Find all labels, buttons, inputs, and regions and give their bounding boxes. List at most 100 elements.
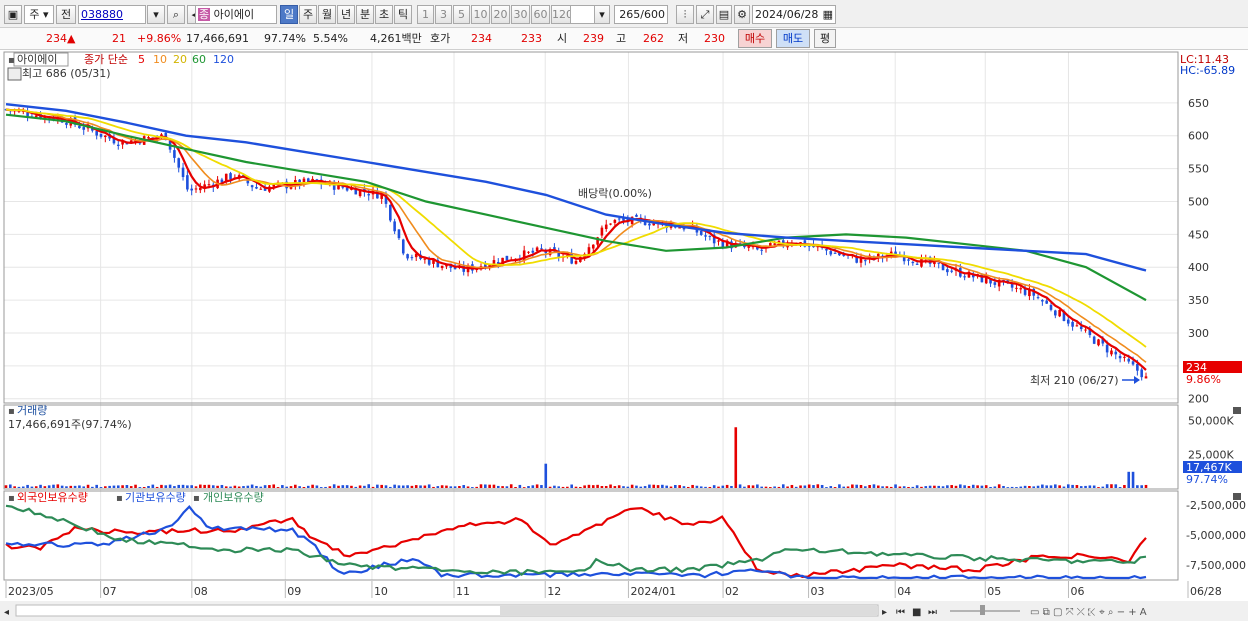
- volume-bar: [1015, 487, 1018, 488]
- scrollbar-thumb[interactable]: [500, 606, 878, 615]
- code-dropdown-icon[interactable]: ▾: [147, 5, 165, 24]
- search-icon[interactable]: ⌕: [167, 5, 185, 24]
- stock-name-field[interactable]: 종 아이에이: [195, 5, 277, 24]
- gear-icon[interactable]: ⚙: [734, 5, 750, 24]
- calendar-icon[interactable]: ▦: [823, 6, 833, 23]
- ma-line-20: [5, 108, 1147, 348]
- volume-bar: [535, 484, 539, 488]
- interval-button-5[interactable]: 30: [511, 5, 530, 24]
- moving-average-lines: [5, 103, 1147, 371]
- sell-button[interactable]: 매도: [776, 29, 810, 48]
- save-icon[interactable]: ▤: [716, 5, 732, 24]
- candle-body: [993, 282, 997, 285]
- trend-tool-icon[interactable]: ⤢: [696, 5, 714, 24]
- volume-bar: [449, 486, 453, 488]
- layout-icon[interactable]: ▣: [4, 5, 22, 24]
- stock-code-input[interactable]: 038880: [78, 5, 146, 24]
- volume-panel-close-icon[interactable]: [1233, 407, 1241, 414]
- volume-bar: [414, 485, 418, 488]
- prev-button[interactable]: 전: [56, 5, 76, 24]
- open-label: 시: [557, 32, 568, 45]
- volume-bar: [544, 463, 548, 488]
- volume-bar: [1028, 486, 1031, 488]
- volume-bar: [807, 484, 811, 488]
- volume-bar: [173, 486, 176, 488]
- candle-body: [401, 239, 405, 254]
- volume-bar: [963, 485, 966, 488]
- price-tick-3: 350: [1188, 294, 1209, 307]
- volume-bar: [315, 485, 319, 488]
- ma-label: 종가 단순: [84, 53, 128, 66]
- candle-body: [574, 260, 578, 264]
- volume-bar: [108, 485, 111, 488]
- candle-body: [26, 112, 29, 117]
- count-field[interactable]: 265/600: [614, 5, 668, 24]
- x-label-9: 03: [811, 585, 825, 598]
- candle-body: [708, 235, 712, 237]
- interval-button-6[interactable]: 60: [531, 5, 550, 24]
- volume-bar: [786, 486, 789, 488]
- interval-button-0[interactable]: 1: [417, 5, 434, 24]
- volume-bar: [609, 484, 612, 488]
- volume-bar: [142, 487, 146, 488]
- individual-holdings-line: [5, 504, 1147, 576]
- candle-body: [829, 251, 833, 255]
- volume-bar: [1041, 484, 1044, 488]
- volume-bar: [665, 485, 668, 488]
- interval-dropdown-icon[interactable]: ▾: [594, 5, 610, 24]
- volume-bar: [838, 484, 841, 488]
- calendar-icon[interactable]: [7, 67, 22, 81]
- volume-bar: [937, 485, 941, 488]
- volume-bar: [691, 484, 694, 488]
- candle-body: [186, 175, 189, 190]
- volume-bar: [246, 485, 250, 488]
- volume-bar: [531, 485, 535, 488]
- volume-bar: [725, 484, 729, 488]
- volume-ratio: 97.74%: [264, 32, 306, 45]
- volume-bar: [548, 486, 552, 488]
- low-note: 최저 210 (06/27): [1030, 374, 1119, 387]
- price-tick-6: 500: [1188, 195, 1209, 208]
- candle-type-icon[interactable]: ⫶: [676, 5, 694, 24]
- candle-body: [946, 269, 949, 273]
- forward-icon[interactable]: ⏭: [928, 607, 937, 618]
- interval-button-2[interactable]: 5: [453, 5, 470, 24]
- period-tab-2[interactable]: 월: [318, 5, 336, 24]
- volume-bar: [656, 485, 660, 488]
- rewind-icon[interactable]: ⏮: [896, 607, 905, 618]
- interval-button-4[interactable]: 20: [491, 5, 510, 24]
- volume-bar: [26, 484, 29, 488]
- candle-body: [773, 243, 776, 245]
- scroll-right-icon[interactable]: ▸: [882, 607, 887, 618]
- date-input[interactable]: 2024/06/28 ▦: [752, 5, 836, 24]
- candle-body: [250, 185, 254, 188]
- candle-body: [173, 150, 176, 158]
- x-label-4: 10: [374, 585, 388, 598]
- x-label-6: 12: [547, 585, 561, 598]
- stop-icon[interactable]: ■: [912, 607, 921, 618]
- volume-bar: [168, 484, 172, 488]
- volume-bar: [496, 485, 500, 488]
- period-tab-5[interactable]: 초: [375, 5, 393, 24]
- candle-body: [825, 248, 828, 251]
- period-tab-1[interactable]: 주: [299, 5, 317, 24]
- market-select[interactable]: 주 ▾: [24, 5, 54, 24]
- volume-bar: [406, 485, 409, 488]
- period-tab-0[interactable]: 일: [280, 5, 298, 24]
- scroll-left-icon[interactable]: ◂: [4, 607, 9, 618]
- interval-button-1[interactable]: 3: [435, 5, 452, 24]
- period-tab-6[interactable]: 틱: [394, 5, 412, 24]
- chart-area[interactable]: 200250300350400450500550600650 50,000K25…: [0, 50, 1248, 621]
- volume-bar: [73, 485, 77, 488]
- volume-bar: [876, 485, 880, 488]
- interval-button-3[interactable]: 10: [471, 5, 490, 24]
- buy-button[interactable]: 매수: [738, 29, 772, 48]
- tool-icons[interactable]: ▭ ⧉ ▢ ⤧ ⤫ ⤪ ⌖ ⌕ − + A: [1030, 607, 1147, 618]
- volume-bar: [648, 484, 651, 488]
- period-tab-4[interactable]: 분: [356, 5, 374, 24]
- period-tab-3[interactable]: 년: [337, 5, 355, 24]
- zoom-slider-handle[interactable]: [980, 605, 985, 615]
- holdings-panel-close-icon[interactable]: [1233, 493, 1241, 500]
- volume-bar: [924, 486, 928, 488]
- eval-button[interactable]: 평: [814, 29, 836, 48]
